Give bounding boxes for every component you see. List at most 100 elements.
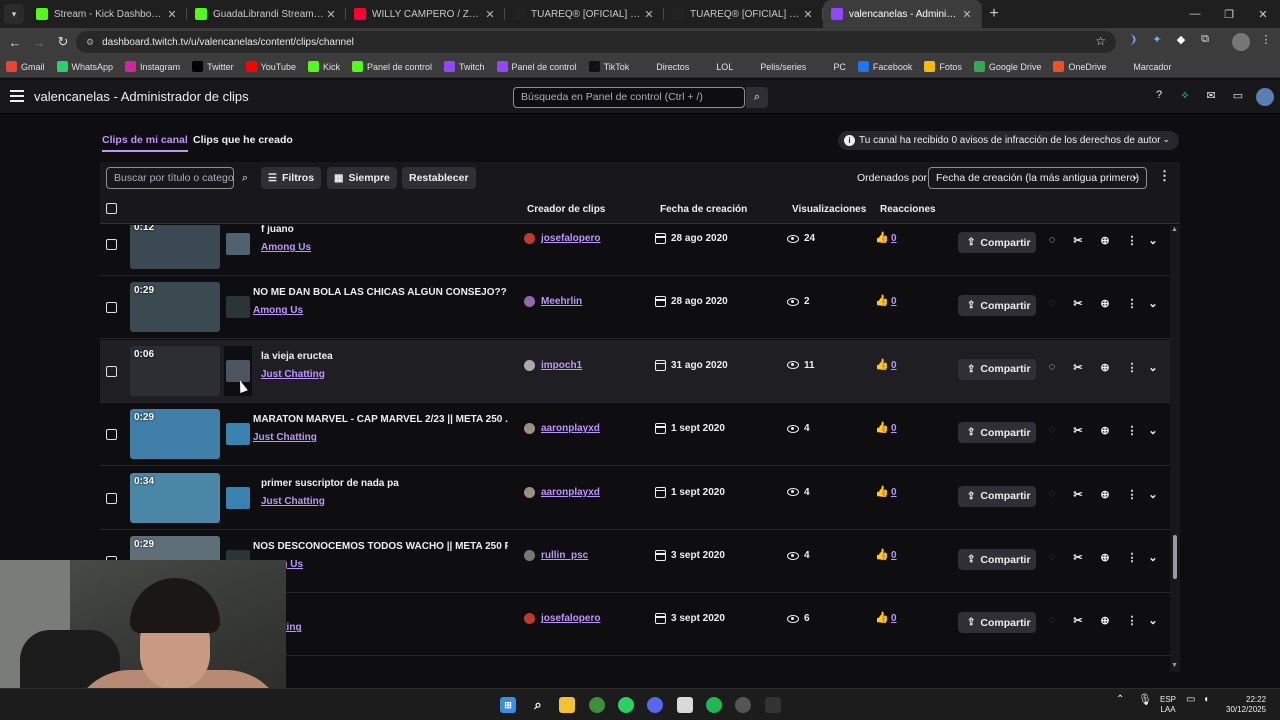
browser-tab[interactable]: TUAREQ® [OFICIAL] – JEAN M✕: [505, 0, 664, 28]
row-more-icon[interactable]: ⋮: [1125, 551, 1139, 567]
bookmark-star-icon[interactable]: ☆: [1095, 34, 1106, 48]
scissors-icon[interactable]: ✂: [1071, 424, 1085, 440]
menu-icon[interactable]: [10, 90, 24, 102]
bookmark-item[interactable]: Twitch: [444, 61, 485, 72]
chevron-down-icon[interactable]: ⌄: [1146, 361, 1160, 377]
whatsapp-icon[interactable]: [618, 697, 634, 713]
close-tab-icon[interactable]: ✕: [960, 8, 974, 21]
bookmark-item[interactable]: Gmail: [6, 61, 45, 72]
add-circle-icon[interactable]: ⊕: [1098, 424, 1112, 440]
share-button[interactable]: ⇪ Compartir: [958, 422, 1036, 444]
chevron-down-icon[interactable]: ⌄: [1146, 424, 1160, 440]
tray-expand-icon[interactable]: ⌃: [1116, 695, 1124, 705]
clip-vertical-preview[interactable]: [224, 282, 252, 333]
clip-creator-link[interactable]: rullin_psc: [524, 550, 588, 561]
site-info-icon[interactable]: ⚙: [86, 37, 94, 48]
bookmark-item[interactable]: Fotos: [924, 61, 962, 72]
portrait-sync-icon[interactable]: ◌: [1045, 234, 1059, 250]
portrait-sync-icon[interactable]: ◌: [1045, 551, 1059, 567]
reload-icon[interactable]: ↻: [51, 34, 75, 50]
clip-category-link[interactable]: Among Us: [261, 242, 311, 253]
network-icon[interactable]: ▭: [1186, 695, 1195, 705]
clip-thumbnail[interactable]: 0:29: [130, 409, 220, 460]
column-reactions[interactable]: Reacciones: [880, 204, 936, 215]
bookmark-item[interactable]: LOL: [701, 61, 733, 72]
chevron-down-icon[interactable]: ⌄: [1146, 297, 1160, 313]
column-views[interactable]: Visualizaciones: [792, 204, 866, 215]
period-button[interactable]: ▦ Siempre: [327, 167, 397, 189]
close-tab-icon[interactable]: ✕: [483, 8, 497, 21]
bookmark-item[interactable]: Twitter: [192, 61, 234, 72]
share-button[interactable]: ⇪ Compartir: [958, 232, 1036, 253]
scissors-icon[interactable]: ✂: [1071, 361, 1085, 377]
volume-icon[interactable]: ◖: [1203, 695, 1209, 705]
clip-thumbnail[interactable]: 0:34: [130, 472, 220, 523]
bookmark-item[interactable]: Google Drive: [973, 61, 1041, 72]
copyright-notice[interactable]: i Tu canal ha recibido 0 avisos de infra…: [838, 131, 1179, 150]
share-button[interactable]: ⇪ Compartir: [958, 485, 1036, 507]
clip-filter-input[interactable]: Buscar por título o categoría: [106, 167, 234, 189]
reset-button[interactable]: Restablecer: [402, 167, 476, 189]
close-tab-icon[interactable]: ✕: [801, 8, 815, 21]
more-options-icon[interactable]: ⋮: [1158, 168, 1171, 184]
whispers-icon[interactable]: ▭: [1230, 89, 1246, 105]
dashboard-search-input[interactable]: Búsqueda en Panel de control (Ctrl + /): [513, 87, 745, 108]
bookmark-item[interactable]: YouTube: [245, 61, 296, 72]
row-more-icon[interactable]: ⋮: [1125, 361, 1139, 377]
spotify-icon[interactable]: [706, 697, 722, 713]
share-button[interactable]: ⇪ Compartir: [958, 358, 1036, 380]
clip-reactions[interactable]: 👍 0: [875, 550, 897, 562]
close-tab-icon[interactable]: ✕: [165, 8, 179, 21]
profile-avatar[interactable]: [1232, 33, 1250, 51]
add-circle-icon[interactable]: ⊕: [1098, 614, 1112, 630]
browser-tab[interactable]: Stream - Kick Dashboard ✕: [28, 0, 187, 28]
discord-icon[interactable]: [647, 697, 663, 713]
file-explorer-icon[interactable]: [559, 697, 575, 713]
table-row[interactable]: 0:34 primer suscriptor de nada pa Just Cha…: [100, 467, 1170, 530]
user-avatar[interactable]: [1256, 88, 1274, 106]
row-checkbox[interactable]: [106, 429, 117, 441]
clip-creator-link[interactable]: impoch1: [524, 359, 582, 371]
row-checkbox[interactable]: [106, 302, 117, 314]
clip-category-link[interactable]: Among Us: [253, 305, 303, 316]
table-row[interactable]: 0:06 la vieja eructea Just Chatting impoch1…: [100, 339, 1170, 403]
chrome-icon[interactable]: [589, 697, 605, 713]
bookmark-item[interactable]: Instagram: [125, 61, 180, 72]
clock[interactable]: 22:22 30/12/2025: [1226, 695, 1266, 715]
bookmark-item[interactable]: Panel de control: [496, 61, 577, 72]
share-button[interactable]: ⇪ Compartir: [958, 295, 1036, 317]
bookmark-item[interactable]: Panel de control: [351, 61, 432, 72]
add-circle-icon[interactable]: ⊕: [1098, 361, 1112, 377]
clip-creator-link[interactable]: Meehrlin: [524, 296, 582, 308]
portrait-sync-icon[interactable]: ◌: [1045, 424, 1059, 440]
portrait-sync-icon[interactable]: ◌: [1045, 488, 1059, 504]
row-checkbox[interactable]: [106, 365, 117, 377]
search-icon[interactable]: ⌕: [530, 697, 546, 713]
clip-creator-link[interactable]: josefalopero: [524, 613, 600, 625]
keyboard-language[interactable]: ESP LAA: [1160, 695, 1176, 715]
table-row[interactable]: 0:29 MARATON MARVEL - CAP MARVEL 2/23 || …: [100, 403, 1170, 467]
scissors-icon[interactable]: ✂: [1071, 551, 1085, 567]
bookmark-item[interactable]: Pelis/series: [745, 61, 806, 72]
scissors-icon[interactable]: ✂: [1071, 488, 1085, 504]
clip-creator-link[interactable]: josefalopero: [524, 233, 600, 244]
browser-menu-icon[interactable]: ⋮: [1258, 33, 1274, 46]
portrait-sync-icon[interactable]: ◌: [1045, 361, 1059, 377]
scrollbar-thumb[interactable]: [1173, 535, 1177, 579]
clip-category-link[interactable]: Just Chatting: [253, 432, 317, 443]
clip-thumbnail[interactable]: 0:29: [130, 282, 220, 333]
bookmark-item[interactable]: PC: [818, 61, 846, 72]
app-icon[interactable]: [765, 697, 781, 713]
add-circle-icon[interactable]: ⊕: [1098, 488, 1112, 504]
extension-icon[interactable]: ✦: [1149, 33, 1165, 46]
portrait-sync-icon[interactable]: ◌: [1045, 614, 1059, 630]
clip-reactions[interactable]: 👍 0: [875, 359, 897, 371]
notes-icon[interactable]: [677, 697, 693, 713]
clip-creator-link[interactable]: aaronplayxd: [524, 486, 600, 498]
sort-select[interactable]: Fecha de creación (la más antigua primer…: [928, 167, 1147, 189]
row-more-icon[interactable]: ⋮: [1125, 424, 1139, 440]
clip-reactions[interactable]: 👍 0: [875, 233, 897, 245]
portrait-sync-icon[interactable]: ◌: [1045, 297, 1059, 313]
share-button[interactable]: ⇪ Compartir: [958, 612, 1036, 634]
chevron-down-icon[interactable]: ⌄: [1146, 551, 1160, 567]
